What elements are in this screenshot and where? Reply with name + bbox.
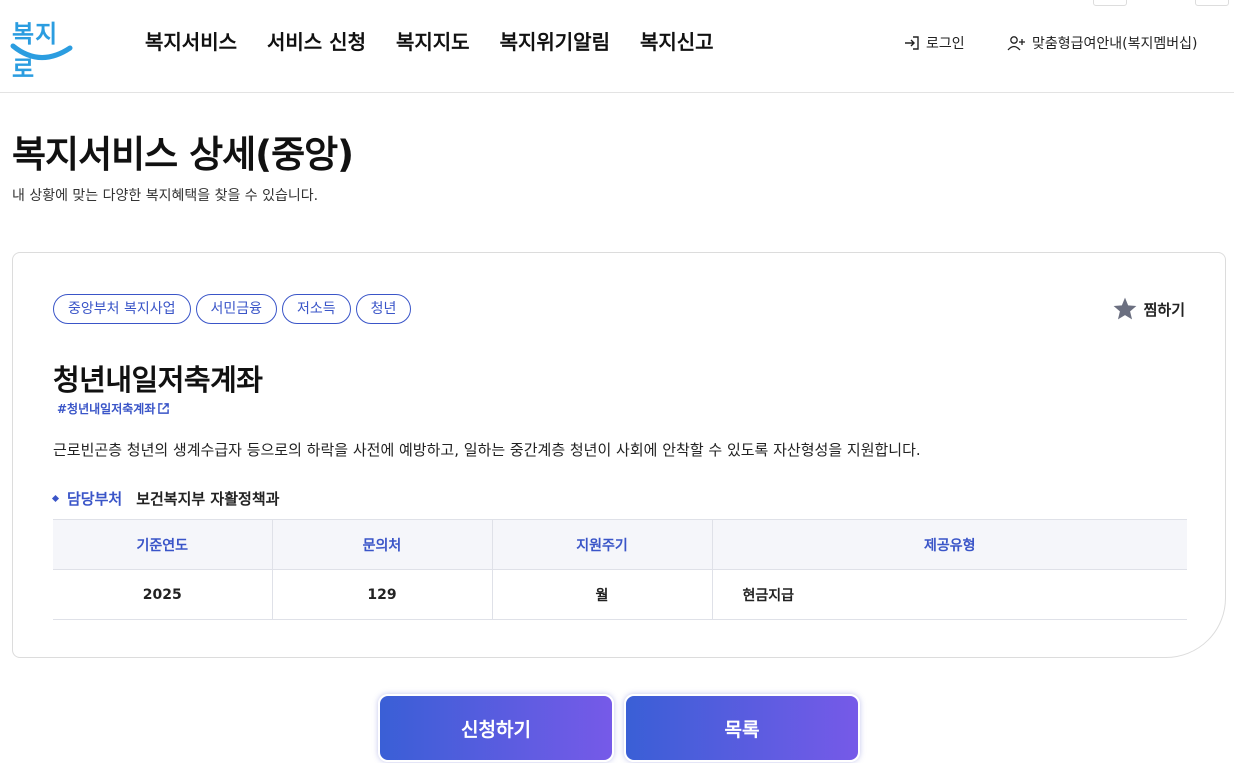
service-description: 근로빈곤층 청년의 생계수급자 등으로의 하락을 사전에 예방하고, 일하는 중…: [53, 441, 921, 459]
tag-youth[interactable]: 청년: [355, 294, 412, 324]
department-value: 보건복지부 자활정책과: [136, 490, 280, 508]
header-corner-box: [1195, 0, 1229, 6]
header-contact: 문의처: [272, 519, 493, 570]
tag-low-income[interactable]: 저소득: [282, 294, 351, 324]
login-arrow-icon: [905, 36, 919, 50]
department-label: 담당부처: [67, 490, 123, 508]
tag-central-ministry[interactable]: 중앙부처 복지사업: [53, 294, 191, 324]
page-title: 복지서비스 상세(중앙): [12, 133, 354, 176]
logo[interactable]: 복지로: [10, 14, 74, 83]
header-corner-box: [1093, 0, 1127, 6]
table-row: 2025 129 월 현금지급: [53, 569, 1187, 620]
header-base-year: 기준연도: [53, 519, 273, 570]
tag-list: 중앙부처 복지사업 서민금융 저소득 청년: [53, 294, 412, 324]
nav-service-apply[interactable]: 서비스 신청: [267, 26, 366, 55]
star-icon: [1113, 297, 1136, 320]
cell-provision-type: 현금지급: [712, 569, 1187, 620]
external-link-icon: [158, 403, 170, 414]
cell-contact: 129: [272, 569, 493, 620]
site-header: 복지로 복지서비스 서비스 신청 복지지도 복지위기알림 복지신고 로그인 맞춤…: [0, 0, 1234, 93]
header-provision-type: 제공유형: [712, 519, 1187, 570]
apply-button[interactable]: 신청하기: [378, 694, 614, 762]
user-plus-icon: [1007, 36, 1025, 51]
logo-smile-icon: [10, 43, 73, 60]
membership-link[interactable]: 맞춤형급여안내(복지멤버십): [1007, 33, 1197, 53]
table-header-row: 기준연도 문의처 지원주기 제공유형: [53, 519, 1187, 570]
department-row: 담당부처 보건복지부 자활정책과: [51, 488, 280, 509]
login-link[interactable]: 로그인: [903, 33, 965, 53]
cell-base-year: 2025: [53, 569, 273, 620]
membership-label: 맞춤형급여안내(복지멤버십): [1032, 36, 1198, 52]
action-buttons: 신청하기 목록: [378, 694, 860, 762]
service-info-table: 기준연도 문의처 지원주기 제공유형 2025 129 월 현금지급: [53, 519, 1187, 620]
favorite-label: 찜하기: [1143, 300, 1185, 319]
page-description: 내 상황에 맞는 다양한 복지혜택을 찾을 수 있습니다.: [12, 188, 319, 204]
nav-welfare-service[interactable]: 복지서비스: [145, 26, 237, 55]
main-nav: 복지서비스 서비스 신청 복지지도 복지위기알림 복지신고: [145, 26, 714, 55]
bullet-icon: [51, 494, 60, 503]
list-button[interactable]: 목록: [624, 694, 860, 762]
service-title: 청년내일저축계좌: [53, 363, 263, 397]
service-hashtag-link[interactable]: #청년내일저축계좌: [57, 400, 170, 417]
nav-welfare-report[interactable]: 복지신고: [640, 26, 714, 55]
header-support-cycle: 지원주기: [492, 519, 713, 570]
favorite-button[interactable]: 찜하기: [1112, 296, 1185, 322]
login-label: 로그인: [926, 36, 965, 52]
service-hashtag: #청년내일저축계좌: [57, 402, 156, 416]
service-detail-card: 중앙부처 복지사업 서민금융 저소득 청년 찜하기 청년내일저축계좌 #청년내일…: [12, 252, 1226, 658]
cell-support-cycle: 월: [492, 569, 713, 620]
nav-welfare-map[interactable]: 복지지도: [396, 26, 470, 55]
tag-finance[interactable]: 서민금융: [195, 294, 278, 324]
nav-crisis-alert[interactable]: 복지위기알림: [500, 26, 610, 55]
